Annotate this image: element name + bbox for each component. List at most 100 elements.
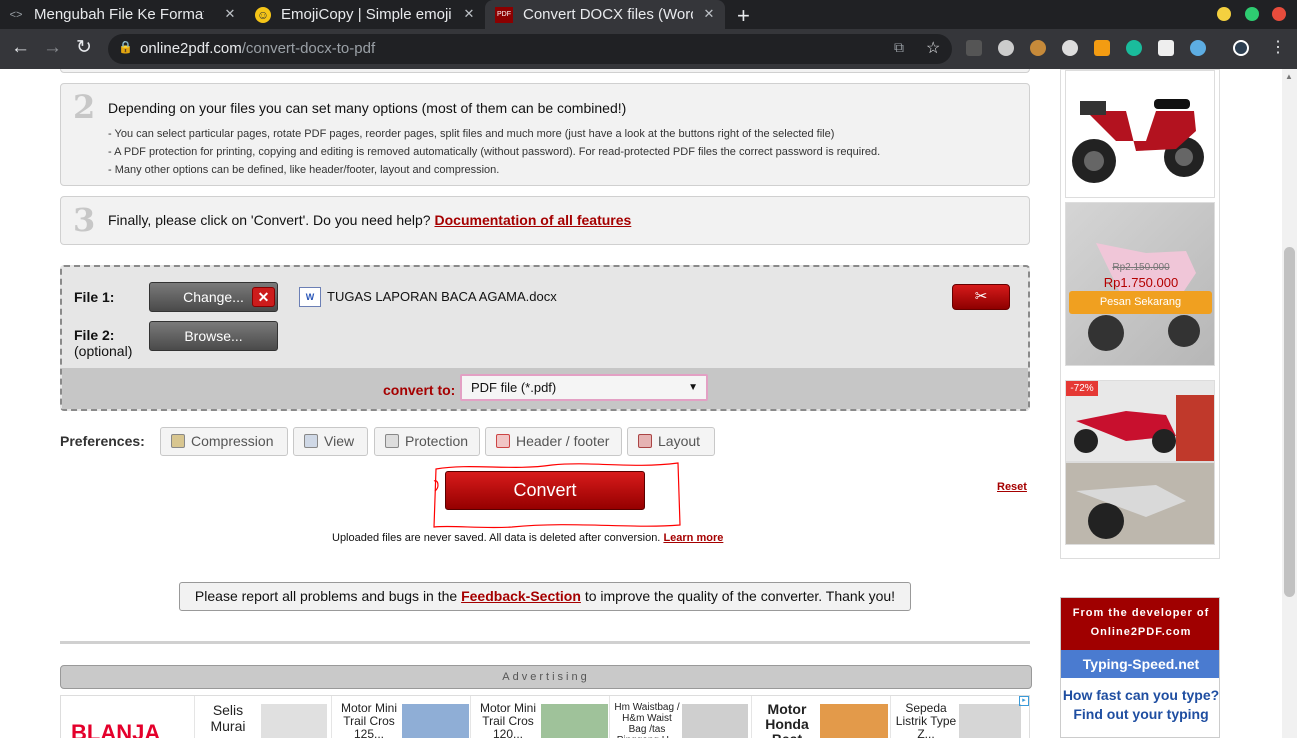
- scissors-icon[interactable]: ✂: [952, 284, 1010, 310]
- chevron-down-icon: ▼: [688, 382, 698, 393]
- tab-1[interactable]: <> Mengubah File Ke Format ✕: [8, 0, 244, 29]
- compression-button[interactable]: Compression: [160, 427, 288, 456]
- tab-3-active[interactable]: PDF Convert DOCX files (Word ✕: [485, 0, 725, 29]
- convert-to-select[interactable]: PDF file (*.pdf) ▼: [460, 374, 708, 401]
- lock-icon: [385, 434, 399, 448]
- ad-brand: BLANJA: [71, 720, 161, 738]
- m-icon[interactable]: [1126, 40, 1142, 56]
- pdf-icon: PDF: [495, 6, 513, 23]
- new-tab-button[interactable]: +: [737, 3, 750, 29]
- document-icon: [496, 434, 510, 448]
- protection-button[interactable]: Protection: [374, 427, 480, 456]
- ad-image: [820, 704, 888, 738]
- close-icon[interactable]: ✕: [461, 6, 477, 22]
- order-now-button[interactable]: Pesan Sekarang: [1069, 291, 1212, 314]
- close-window-button[interactable]: [1272, 7, 1286, 21]
- ad-image: [682, 704, 748, 738]
- divider: [60, 641, 1030, 644]
- scooter-ad-3[interactable]: -72%: [1065, 380, 1215, 545]
- note-icon[interactable]: [1158, 40, 1174, 56]
- feedback-box: Please report all problems and bugs in t…: [179, 582, 911, 611]
- menu-icon[interactable]: ⋮: [1270, 37, 1286, 59]
- ad-image: [959, 704, 1021, 738]
- step3-box: 3 Finally, please click on 'Convert'. Do…: [60, 196, 1030, 245]
- minimize-button[interactable]: [1217, 7, 1231, 21]
- discount-badge: -72%: [1066, 381, 1098, 396]
- layout-button[interactable]: Layout: [627, 427, 715, 456]
- globe-icon[interactable]: [1190, 40, 1206, 56]
- file1-label: File 1:: [74, 289, 115, 305]
- browser-toolbar: ← → ↻ 🔒 online2pdf.com/convert-docx-to-p…: [0, 29, 1297, 69]
- code-icon: <>: [9, 8, 23, 21]
- forward-icon[interactable]: →: [43, 37, 62, 59]
- advertising-bar: Advertising: [60, 665, 1032, 689]
- star-icon[interactable]: ☆: [926, 38, 940, 58]
- cookie-icon[interactable]: [1030, 40, 1046, 56]
- ad-item[interactable]: Hm Waistbag / H&m Waist Bag /tas Pinggan…: [609, 696, 749, 738]
- documentation-link[interactable]: Documentation of all features: [435, 212, 632, 228]
- maximize-button[interactable]: [1245, 7, 1259, 21]
- react-icon[interactable]: [998, 40, 1014, 56]
- feedback-section-link[interactable]: Feedback-Section: [461, 588, 581, 604]
- view-button[interactable]: View: [293, 427, 368, 456]
- tab-title: Mengubah File Ke Format: [34, 6, 204, 23]
- ad-item[interactable]: Motor Mini Trail Cros 120...: [470, 696, 608, 738]
- step2-number: 2: [73, 88, 96, 126]
- scooter-image: [1072, 99, 1204, 183]
- ad-image: [541, 704, 608, 738]
- ad-image: [402, 704, 469, 738]
- step1-box: [60, 69, 1030, 73]
- browse-button[interactable]: Browse...: [149, 321, 278, 351]
- ad-item[interactable]: Sepeda Listrik Type Z... ▸: [890, 696, 1029, 738]
- reset-link[interactable]: Reset: [997, 481, 1027, 493]
- close-icon[interactable]: ✕: [222, 6, 238, 22]
- address-bar[interactable]: 🔒 online2pdf.com/convert-docx-to-pdf ⧉ ☆: [108, 34, 952, 64]
- reload-icon[interactable]: ↻: [76, 37, 92, 59]
- file2-optional: (optional): [74, 343, 133, 359]
- sidebar-ads: Rp2.150.000 Rp1.750.000 Pesan Sekarang -…: [1060, 69, 1220, 559]
- scooter-image: [1066, 381, 1214, 544]
- scroll-up-icon[interactable]: ▲: [1285, 72, 1293, 81]
- word-doc-icon: W: [299, 287, 321, 307]
- learn-more-link[interactable]: Learn more: [663, 532, 723, 544]
- delete-file-icon[interactable]: ✕: [252, 287, 275, 307]
- file1-name: TUGAS LAPORAN BACA AGAMA.docx: [327, 289, 557, 304]
- ad-item[interactable]: Motor Honda Beat: [751, 696, 889, 738]
- adchoices-icon[interactable]: ▸: [1019, 696, 1029, 706]
- chart-icon[interactable]: [1094, 40, 1110, 56]
- old-price: Rp2.150.000: [1112, 262, 1170, 273]
- page-content: 2 Depending on your files you can set ma…: [0, 69, 1297, 738]
- new-price: Rp1.750.000: [1103, 275, 1179, 290]
- typing-speed-title: Typing-Speed.net: [1061, 650, 1219, 678]
- compression-icon: [171, 434, 185, 448]
- browser-chrome: <> Mengubah File Ke Format ✕ ☺ EmojiCopy…: [0, 0, 1297, 69]
- convert-to-label: convert to:: [383, 382, 456, 398]
- magnifier-icon: [304, 434, 318, 448]
- back-icon[interactable]: ←: [11, 37, 30, 59]
- tab-2[interactable]: ☺ EmojiCopy | Simple emoji ✕: [255, 0, 481, 29]
- profile-icon[interactable]: [1233, 40, 1249, 56]
- scooter-ad-2[interactable]: Rp2.150.000 Rp1.750.000 Pesan Sekarang: [1065, 202, 1215, 366]
- ad-image: [261, 704, 327, 738]
- preferences-label: Preferences:: [60, 433, 145, 449]
- header-footer-button[interactable]: Header / footer: [485, 427, 622, 456]
- scrollbar-thumb[interactable]: [1284, 247, 1295, 597]
- gear-icon[interactable]: [1062, 40, 1078, 56]
- ad-item[interactable]: Motor Mini Trail Cros 125...: [331, 696, 469, 738]
- extension-icon[interactable]: [966, 40, 982, 56]
- convert-button[interactable]: Convert: [445, 471, 645, 510]
- translate-icon[interactable]: ⧉: [894, 39, 904, 56]
- ad-item[interactable]: Selis Murai: [194, 696, 330, 738]
- close-icon[interactable]: ✕: [701, 6, 717, 22]
- ad-item[interactable]: BLANJA: [61, 696, 193, 738]
- developer-promo[interactable]: From the developer of Online2PDF.com Typ…: [1060, 597, 1220, 738]
- step3-heading: Finally, please click on 'Convert'. Do y…: [108, 212, 632, 228]
- scooter-ad-1[interactable]: [1065, 70, 1215, 198]
- step2-bullet: - A PDF protection for printing, copying…: [108, 146, 881, 158]
- url-text: online2pdf.com/convert-docx-to-pdf: [140, 40, 376, 57]
- scrollbar[interactable]: ▲: [1282, 69, 1297, 738]
- file2-label: File 2:: [74, 327, 115, 343]
- typing-speed-question: How fast can you type? Find out your typ…: [1062, 687, 1220, 722]
- lock-icon: 🔒: [118, 40, 133, 54]
- upload-note: Uploaded files are never saved. All data…: [332, 532, 724, 544]
